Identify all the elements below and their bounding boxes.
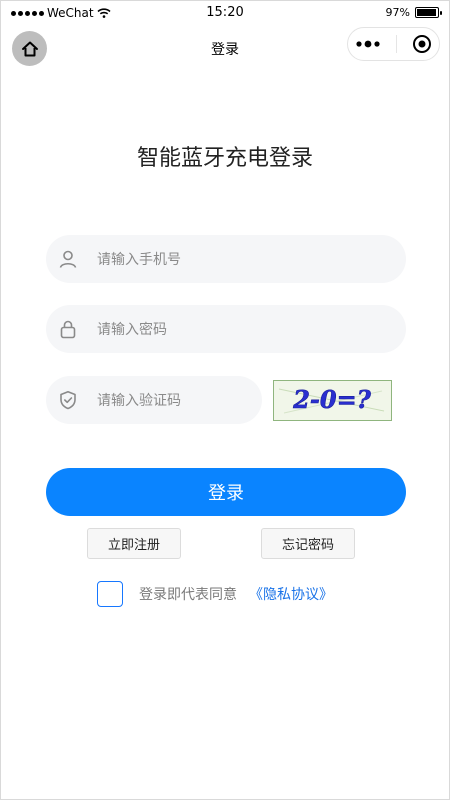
phone-input[interactable] <box>97 251 347 267</box>
capsule-divider <box>395 35 397 53</box>
privacy-policy-link[interactable]: 《隐私协议》 <box>249 584 333 604</box>
user-icon <box>56 247 80 271</box>
captcha-input[interactable] <box>97 392 247 408</box>
status-time: 15:20 <box>206 5 244 20</box>
more-dots-icon[interactable] <box>355 40 381 48</box>
mini-program-capsule <box>347 27 440 61</box>
password-field[interactable] <box>46 305 406 353</box>
app-frame: WeChat 15:20 97% 登录 智能蓝牙充电登录 请输入手机号 请输入验… <box>0 0 450 800</box>
captcha-graphic: 2-0=? <box>278 385 385 414</box>
phone-field[interactable] <box>46 235 406 283</box>
status-bar: WeChat 15:20 97% <box>1 1 449 27</box>
target-circle-icon[interactable] <box>412 34 432 54</box>
navigation-bar: 登录 <box>1 27 449 69</box>
register-button[interactable]: 立即注册 <box>87 528 181 559</box>
login-button[interactable]: 登录 <box>46 468 406 516</box>
page-title: 智能蓝牙充电登录 <box>136 146 313 171</box>
agreement-row: 登录即代表同意 《隐私协议》 <box>97 581 333 607</box>
shield-check-icon <box>56 388 80 412</box>
battery-percent: 97% <box>385 6 410 19</box>
agreement-text: 登录即代表同意 <box>139 587 237 603</box>
password-input[interactable] <box>97 321 347 337</box>
battery-icon <box>415 7 442 18</box>
captcha-image[interactable]: 2-0=? <box>273 380 392 421</box>
lock-icon <box>56 317 80 341</box>
forgot-password-button[interactable]: 忘记密码 <box>261 528 355 559</box>
battery-level <box>417 9 437 16</box>
captcha-text: 2-0=? <box>292 385 371 414</box>
captcha-field[interactable] <box>46 376 262 424</box>
agreement-checkbox[interactable] <box>97 581 123 607</box>
status-right: 97% <box>385 6 442 19</box>
